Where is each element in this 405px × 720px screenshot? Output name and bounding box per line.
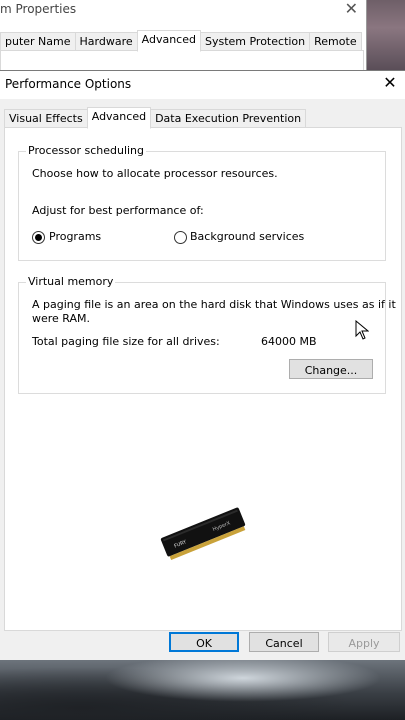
ok-button[interactable]: OK — [169, 632, 239, 652]
tab-system-protection[interactable]: System Protection — [199, 32, 311, 52]
radio-programs-label[interactable]: Programs — [49, 230, 101, 243]
tab-advanced[interactable]: Advanced — [136, 30, 201, 52]
virtual-memory-description-line1: A paging file is an area on the hard dis… — [32, 298, 396, 311]
close-icon[interactable]: ✕ — [381, 74, 399, 92]
close-icon[interactable]: ✕ — [345, 0, 358, 18]
group-title: Processor scheduling — [26, 144, 147, 157]
processor-description: Choose how to allocate processor resourc… — [32, 167, 278, 180]
radio-programs[interactable] — [32, 231, 45, 244]
paging-total-label: Total paging file size for all drives: — [32, 335, 220, 348]
apply-button[interactable]: Apply — [328, 632, 400, 652]
tab-data-execution-prevention[interactable]: Data Execution Prevention — [150, 109, 307, 129]
group-title: Virtual memory — [26, 275, 116, 288]
virtual-memory-group: Virtual memory A paging file is an area … — [18, 275, 396, 394]
title-bar: Performance Options ✕ — [0, 71, 405, 99]
dialog-title: Performance Options — [5, 77, 132, 91]
advanced-tab-panel: Processor scheduling Choose how to alloc… — [4, 127, 402, 631]
virtual-memory-description-line2: were RAM. — [32, 312, 91, 325]
system-properties-window: m Properties ✕ puter Name Hardware Advan… — [0, 0, 367, 92]
tab-strip: puter Name Hardware Advanced System Prot… — [0, 30, 362, 52]
cancel-button[interactable]: Cancel — [249, 632, 319, 652]
performance-options-dialog: Performance Options ✕ Visual Effects Adv… — [0, 70, 405, 661]
desktop-wallpaper-top — [366, 0, 405, 70]
paging-total-value: 64000 MB — [261, 335, 317, 348]
tab-strip: Visual Effects Advanced Data Execution P… — [4, 107, 307, 129]
radio-selected-dot — [35, 234, 42, 241]
tab-visual-effects[interactable]: Visual Effects — [4, 109, 88, 129]
tab-hardware[interactable]: Hardware — [74, 32, 138, 52]
tab-advanced[interactable]: Advanced — [86, 107, 152, 129]
window-title: m Properties — [0, 2, 77, 16]
ram-module-image: FURY HyperX — [160, 507, 246, 560]
desktop-wallpaper-bottom — [0, 660, 405, 720]
mouse-cursor-icon — [355, 320, 369, 340]
radio-background-services[interactable] — [174, 231, 187, 244]
radio-background-services-label[interactable]: Background services — [190, 230, 304, 243]
tab-remote[interactable]: Remote — [309, 32, 362, 52]
processor-scheduling-group: Processor scheduling Choose how to alloc… — [18, 144, 386, 261]
adjust-label: Adjust for best performance of: — [32, 204, 204, 217]
tab-computer-name[interactable]: puter Name — [0, 32, 76, 52]
change-button[interactable]: Change... — [289, 359, 373, 379]
